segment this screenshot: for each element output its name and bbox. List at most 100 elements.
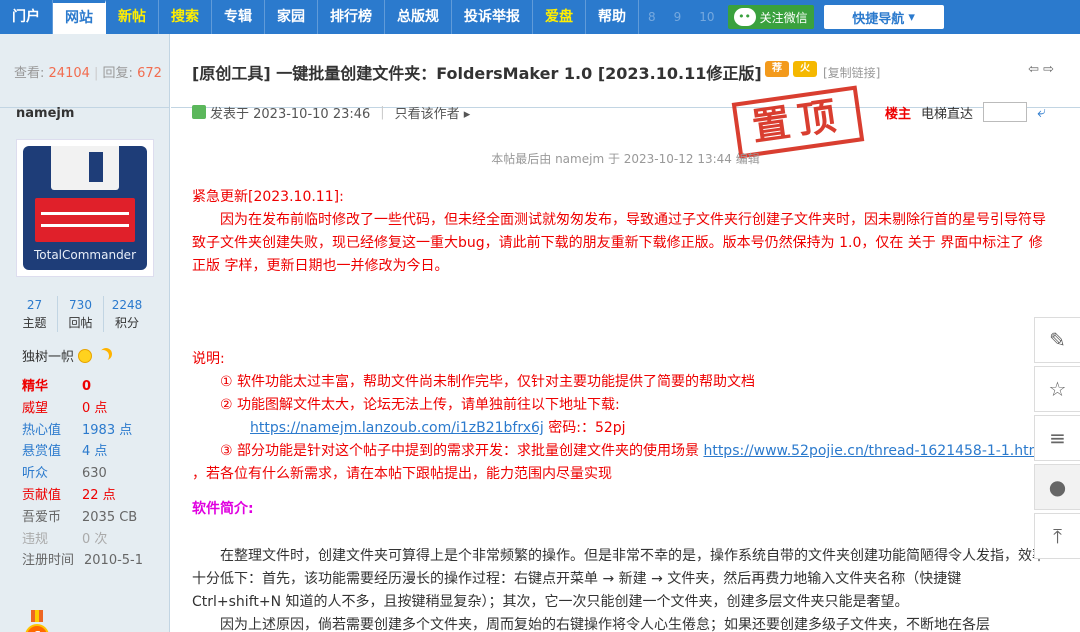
nav-faded-9[interactable]: 9: [665, 0, 691, 34]
user-title: 独树一帜: [22, 346, 109, 365]
count-replies-label: 回帖: [68, 316, 93, 330]
author-name[interactable]: namejm: [0, 106, 90, 121]
author-profile: 精华 0 威望 0 点 热心值 1983 点 悬赏值 4 点 听众 630 贡献值 22 点…: [22, 376, 143, 572]
nav-faded-8[interactable]: 8: [639, 0, 665, 34]
side-tools: ✎ ☆ ≡ ● ⤒: [1034, 317, 1080, 562]
profile-key: 威望: [22, 400, 49, 416]
note-2: ② 功能图解文件太大，论坛无法上传，请单独前往以下地址下载:: [220, 397, 620, 413]
quick-nav-dropdown[interactable]: 快捷导航 ▾: [823, 5, 944, 29]
hot-badge: 火: [793, 61, 817, 77]
elevator-label: 电梯直达: [921, 106, 974, 122]
floor-info: 楼主 电梯直达 ⤶: [885, 102, 1046, 122]
profile-value: 1983 点: [82, 422, 133, 438]
thread-header: [原创工具] 一键批量创建文件夹：FoldersMaker 1.0 [2023.…: [171, 34, 1080, 108]
back-to-top-icon[interactable]: ⤒: [1034, 513, 1080, 559]
quick-nav-label: 快捷导航: [852, 11, 905, 27]
post-content: 紧急更新[2023.10.11]: 因为在发布前临时修改了一些代码，但未经全面测…: [192, 186, 1054, 632]
nav-home[interactable]: 家园: [265, 0, 318, 34]
wechat-share-icon[interactable]: ●: [1034, 464, 1080, 510]
jump-go-icon[interactable]: ⤶: [1037, 102, 1046, 122]
views-label: 查看:: [14, 66, 45, 81]
author-counts: 27 主题 730 回帖 2248 积分: [12, 296, 150, 332]
profile-key: 精华: [22, 379, 49, 394]
thread-link[interactable]: https://www.52pojie.cn/thread-1621458-1-…: [703, 443, 1046, 459]
profile-key: 贡献值: [22, 487, 62, 503]
nav-help[interactable]: 帮助: [586, 0, 639, 34]
count-points[interactable]: 2248 积分: [104, 296, 150, 332]
wechat-icon: ••: [733, 8, 756, 26]
nav-collections[interactable]: 专辑: [212, 0, 265, 34]
views-count: 24104: [48, 66, 90, 81]
profile-key: 听众: [22, 466, 49, 482]
only-author-link[interactable]: 只看该作者 ▸: [395, 103, 471, 122]
edit-icon[interactable]: ✎: [1034, 317, 1080, 363]
update-title: 紧急更新[2023.10.11]:: [192, 189, 344, 205]
top-nav: 门户 网站 新帖 搜索 专辑 家园 排行榜 总版规 投诉举报 爱盘 帮助 8 9…: [0, 0, 1080, 34]
profile-value: 4 点: [82, 444, 108, 460]
profile-value: 0 点: [82, 400, 108, 416]
nav-search[interactable]: 搜索: [159, 0, 212, 34]
count-points-value: 2248: [111, 298, 143, 312]
profile-value: 22 点: [82, 487, 116, 503]
nav-rankings[interactable]: 排行榜: [318, 0, 385, 34]
update-body: 因为在发布前临时修改了一些代码，但未经全面测试就匆匆发布，导致通过子文件夹行创建…: [192, 212, 1046, 274]
profile-key: 热心值: [22, 422, 62, 438]
count-topics[interactable]: 27 主题: [12, 296, 58, 332]
nav-website[interactable]: 网站: [53, 0, 106, 34]
count-points-label: 积分: [114, 316, 139, 330]
profile-value: 630: [82, 466, 107, 482]
profile-key: 违规: [22, 531, 49, 547]
post-main: [原创工具] 一键批量创建文件夹：FoldersMaker 1.0 [2023.…: [171, 34, 1080, 632]
count-topics-value: 27: [26, 298, 43, 312]
count-topics-label: 主题: [22, 316, 47, 330]
count-replies-value: 730: [69, 298, 92, 312]
nav-complaints[interactable]: 投诉举报: [452, 0, 533, 34]
user-title-text: 独树一帜: [22, 350, 75, 365]
thread-stats: 查看: 24104 | 回复: 672: [0, 34, 169, 108]
note-3: ③ 部分功能是针对这个帖子中提到的需求开发：求批量创建文件夹的使用场景 http…: [192, 440, 1054, 486]
replies-label: 回复:: [102, 66, 133, 81]
author-sidebar: 查看: 24104 | 回复: 672 namejm TotalCommande…: [0, 34, 170, 632]
star-icon[interactable]: ☆: [1034, 366, 1080, 412]
profile-value: 0: [82, 379, 92, 394]
medal-text: 6: [25, 624, 49, 632]
intro-paragraph-1: 在整理文件时，创建文件夹可算得上是个非常频繁的操作。但是非常不幸的是，操作系统自…: [192, 548, 1046, 610]
moon-icon: [97, 350, 109, 362]
count-replies[interactable]: 730 回帖: [58, 296, 104, 332]
nav-portal[interactable]: 门户: [0, 0, 53, 34]
medal-icon[interactable]: 6: [24, 610, 50, 632]
thread-title: [原创工具] 一键批量创建文件夹：FoldersMaker 1.0 [2023.…: [192, 64, 762, 83]
recommend-badge: 荐: [765, 61, 789, 77]
edit-note: 本帖最后由 namejm 于 2023-10-12 13:44 编辑: [491, 152, 760, 166]
note-3-tail: ，若各位有什么新需求，请在本帖下跟帖提出，能力范围内尽量实现: [192, 466, 612, 482]
post-date: 发表于 2023-10-10 23:46: [210, 106, 371, 122]
nav-new-posts[interactable]: 新帖: [106, 0, 159, 34]
intro-paragraph-2: 因为上述原因，倘若需要创建多个文件夹，周而复始的右键操作将令人心生倦怠；如果还要…: [220, 617, 990, 632]
floor-host-label: 楼主: [885, 106, 912, 122]
chevron-down-icon: ▾: [908, 9, 915, 25]
floor-jump-input[interactable]: [983, 102, 1028, 122]
page-arrows[interactable]: ⇦ ⇨: [1028, 62, 1054, 77]
wechat-follow-button[interactable]: •• 关注微信: [727, 5, 814, 29]
online-status-icon: [192, 105, 206, 119]
intro-title: 软件简介:: [192, 501, 254, 517]
profile-key: 注册时间: [22, 553, 75, 569]
menu-icon[interactable]: ≡: [1034, 415, 1080, 461]
nav-rules[interactable]: 总版规: [385, 0, 452, 34]
nav-faded-10[interactable]: 10: [690, 0, 723, 34]
note-1: ① 软件功能太过丰富，帮助文件尚未制作完毕，仅针对主要功能提供了简要的帮助文档: [220, 374, 755, 390]
nav-aipan[interactable]: 爱盘: [533, 0, 586, 34]
floppy-disk-icon: TotalCommander: [23, 146, 147, 270]
post-meta: 发表于 2023-10-10 23:46 | 只看该作者 ▸: [192, 102, 470, 122]
profile-value: 2010-5-1: [84, 553, 144, 569]
avatar[interactable]: TotalCommander: [16, 139, 154, 277]
download-link[interactable]: https://namejm.lanzoub.com/i1zB21bfrx6j: [250, 420, 544, 436]
profile-value: 0 次: [82, 531, 108, 547]
replies-count: 672: [137, 66, 162, 81]
wechat-follow-label: 关注微信: [759, 10, 808, 25]
download-password: 密码:：52pj: [543, 420, 626, 436]
copy-link[interactable]: [复制链接]: [823, 64, 880, 81]
profile-key: 悬赏值: [22, 444, 62, 460]
profile-value: 2035 CB: [82, 509, 138, 525]
avatar-caption: TotalCommander: [33, 248, 137, 262]
